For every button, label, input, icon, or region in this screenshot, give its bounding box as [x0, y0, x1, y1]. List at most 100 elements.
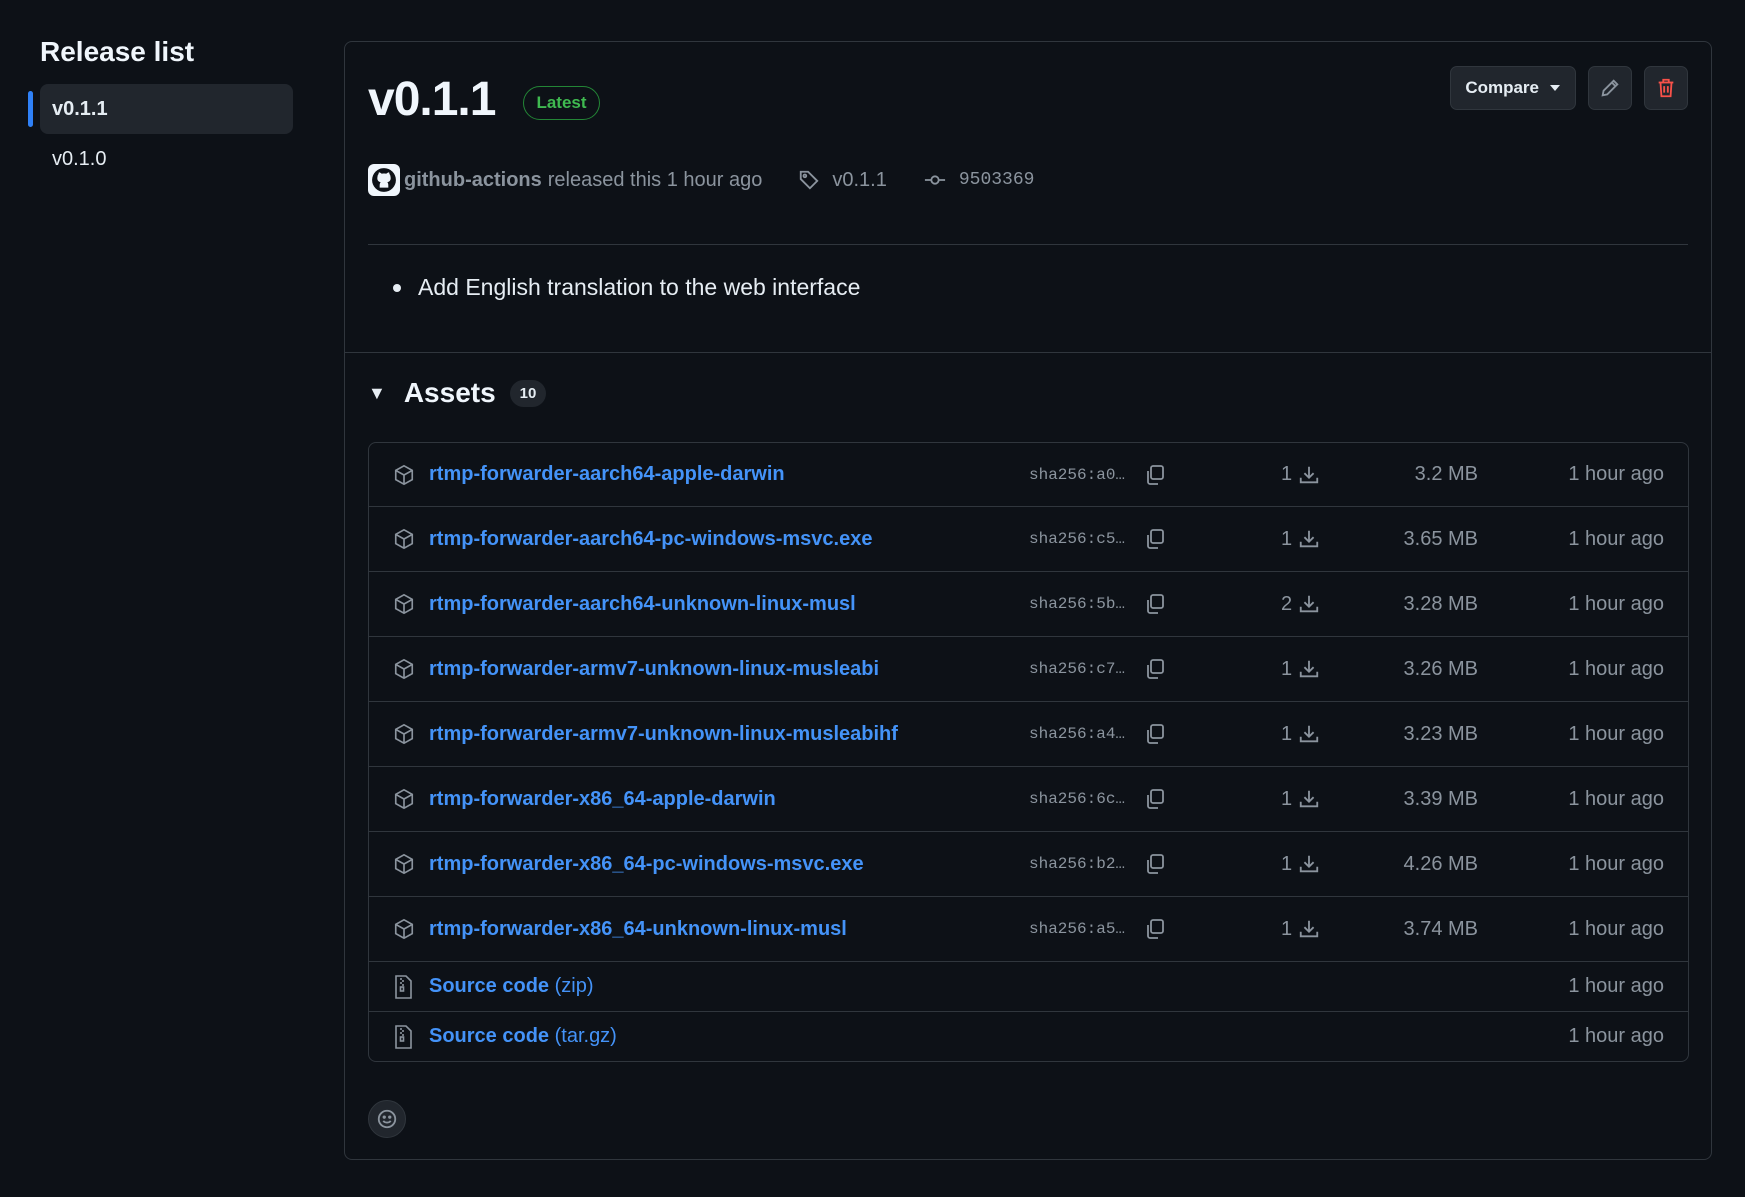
- asset-link[interactable]: rtmp-forwarder-armv7-unknown-linux-musle…: [429, 723, 898, 746]
- triangle-down-icon: ▼: [368, 382, 386, 403]
- sidebar-title: Release list: [40, 36, 195, 67]
- source-code-label: Source code: [429, 1025, 550, 1047]
- assets-toggle[interactable]: ▼ Assets 10: [368, 377, 547, 409]
- package-icon-wrap: [393, 593, 415, 615]
- released-text: released this 1 hour ago: [547, 168, 763, 191]
- source-code-ext: (zip): [554, 975, 594, 997]
- asset-time: 1 hour ago: [1568, 917, 1664, 940]
- asset-link[interactable]: rtmp-forwarder-x86_64-apple-darwin: [429, 788, 776, 811]
- download-count-value: 1: [1281, 657, 1293, 680]
- download-count-value: 2: [1281, 592, 1293, 615]
- smiley-icon: [377, 1109, 397, 1129]
- package-icon: [394, 464, 414, 485]
- asset-link[interactable]: rtmp-forwarder-aarch64-apple-darwin: [429, 463, 785, 486]
- release-actions: Compare: [1450, 66, 1688, 110]
- asset-row: rtmp-forwarder-x86_64-pc-windows-msvc.ex…: [369, 831, 1688, 896]
- copy-sha-button[interactable]: [1143, 463, 1167, 487]
- asset-time: 1 hour ago: [1568, 975, 1664, 997]
- copy-icon: [1147, 464, 1164, 485]
- copy-sha-button[interactable]: [1143, 657, 1167, 681]
- source-code-link[interactable]: Source code (zip): [429, 975, 594, 998]
- caret-down-icon: [1550, 85, 1560, 91]
- download-icon: [1299, 920, 1319, 938]
- copy-sha-button[interactable]: [1143, 527, 1167, 551]
- copy-icon: [1147, 724, 1164, 744]
- download-count: 1: [1281, 658, 1320, 681]
- source-code-link[interactable]: Source code (tar.gz): [429, 1025, 617, 1048]
- source-code-ext: (tar.gz): [554, 1025, 617, 1047]
- add-reaction-button[interactable]: [368, 1100, 406, 1138]
- download-icon: [1299, 530, 1319, 548]
- download-count-value: 1: [1281, 722, 1293, 745]
- edit-button[interactable]: [1588, 66, 1632, 110]
- asset-link[interactable]: rtmp-forwarder-aarch64-unknown-linux-mus…: [429, 593, 856, 616]
- assets-title: Assets: [403, 377, 496, 408]
- asset-time: 1 hour ago: [1568, 722, 1664, 745]
- copy-sha-button[interactable]: [1143, 592, 1167, 616]
- asset-sha: sha256:a5…: [1029, 920, 1126, 938]
- download-count: 1: [1281, 788, 1320, 811]
- release-card: v0.1.1 Latest Compare github-actions rel…: [344, 41, 1712, 1160]
- asset-size: 3.2 MB: [1414, 463, 1478, 485]
- asset-link[interactable]: rtmp-forwarder-armv7-unknown-linux-musle…: [429, 658, 879, 681]
- asset-size: 3.26 MB: [1403, 657, 1478, 680]
- download-count-value: 1: [1281, 852, 1293, 875]
- asset-time: 1 hour ago: [1568, 527, 1664, 550]
- release-title[interactable]: v0.1.1: [368, 72, 496, 127]
- author-link[interactable]: github-actions: [404, 169, 542, 192]
- asset-sha: sha256:c7…: [1029, 660, 1126, 678]
- release-note-item: Add English translation to the web inter…: [393, 274, 860, 301]
- avatar[interactable]: [368, 164, 400, 196]
- copy-sha-button[interactable]: [1143, 787, 1167, 811]
- asset-link[interactable]: rtmp-forwarder-x86_64-unknown-linux-musl: [429, 918, 847, 941]
- copy-sha-button[interactable]: [1143, 852, 1167, 876]
- asset-row: rtmp-forwarder-x86_64-apple-darwin sha256…: [369, 766, 1688, 831]
- sidebar-item-v0-1-1[interactable]: v0.1.1: [28, 84, 293, 134]
- package-icon-wrap: [393, 723, 415, 745]
- tag-label: v0.1.1: [832, 168, 887, 191]
- copy-sha-button[interactable]: [1143, 722, 1167, 746]
- asset-row: rtmp-forwarder-aarch64-pc-windows-msvc.e…: [369, 506, 1688, 571]
- package-icon: [394, 593, 414, 615]
- compare-button[interactable]: Compare: [1450, 66, 1576, 110]
- package-icon-wrap: [393, 918, 415, 940]
- delete-button[interactable]: [1644, 66, 1688, 110]
- asset-time: 1 hour ago: [1568, 657, 1664, 680]
- download-icon: [1299, 595, 1319, 613]
- package-icon-wrap: [393, 788, 415, 810]
- commit-link[interactable]: 9503369: [923, 169, 1035, 191]
- asset-link[interactable]: rtmp-forwarder-aarch64-pc-windows-msvc.e…: [429, 528, 872, 551]
- copy-icon: [1147, 659, 1164, 679]
- asset-link[interactable]: rtmp-forwarder-x86_64-pc-windows-msvc.ex…: [429, 853, 864, 876]
- copy-icon: [1147, 919, 1164, 939]
- file-zip-icon: [395, 974, 412, 999]
- package-icon-wrap: [393, 528, 415, 550]
- asset-row: rtmp-forwarder-aarch64-unknown-linux-mus…: [369, 571, 1688, 636]
- download-count-value: 1: [1281, 787, 1293, 810]
- source-code-row: Source code (zip) 1 hour ago: [369, 961, 1688, 1011]
- download-count: 1: [1281, 723, 1320, 746]
- release-sidebar: Release list v0.1.1 v0.1.0: [28, 30, 293, 184]
- sidebar-item-v0-1-0[interactable]: v0.1.0: [40, 134, 293, 184]
- source-code-label: Source code: [429, 975, 550, 997]
- asset-time: 1 hour ago: [1568, 787, 1664, 810]
- copy-sha-button[interactable]: [1143, 917, 1167, 941]
- asset-sha: sha256:c5…: [1029, 530, 1126, 548]
- asset-size: 3.39 MB: [1403, 787, 1478, 810]
- package-icon-wrap: [393, 464, 415, 486]
- source-code-row: Source code (tar.gz) 1 hour ago: [369, 1011, 1688, 1061]
- tag-link[interactable]: v0.1.1: [798, 168, 887, 192]
- download-count-value: 1: [1281, 463, 1293, 485]
- download-count-value: 1: [1281, 917, 1293, 940]
- sidebar-item-label: v0.1.0: [52, 147, 107, 170]
- package-icon-wrap: [393, 853, 415, 875]
- asset-row: rtmp-forwarder-aarch64-apple-darwin sha25…: [369, 443, 1688, 506]
- copy-icon: [1147, 594, 1164, 614]
- asset-size: 3.65 MB: [1403, 527, 1478, 550]
- latest-badge: Latest: [523, 85, 600, 120]
- download-icon: [1299, 725, 1319, 743]
- package-icon: [394, 723, 414, 745]
- divider: [368, 244, 1688, 245]
- asset-time: 1 hour ago: [1568, 592, 1664, 615]
- commit-hash: 9503369: [958, 170, 1035, 190]
